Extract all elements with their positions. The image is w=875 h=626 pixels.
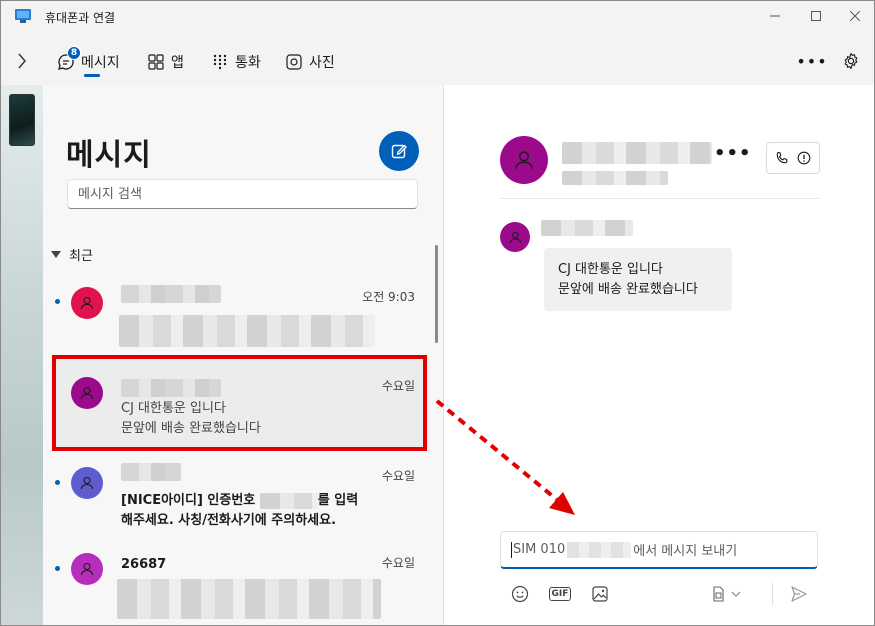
chevron-right-icon [18,53,26,69]
photos-icon [285,53,303,71]
unread-dot [55,566,60,571]
toolbar-divider [772,583,773,605]
compose-placeholder-suffix: 에서 메시지 보내기 [633,544,738,559]
message-compose-input[interactable]: SIM 010 에서 메시지 보내기 [500,531,818,569]
redacted-code [259,492,318,509]
tab-calls-label: 통화 [235,55,261,71]
redacted-preview [119,315,375,347]
caret-down-icon [51,251,61,258]
chevron-down-icon [731,591,741,597]
more-icon: ••• [796,51,828,71]
conversation-list-pane: 메시지 최근 오전 9:03 수요일 CJ 대한통 [43,85,444,625]
nav-bar: 8 메시지 앱 통화 사진 ••• [1,37,874,85]
app-window: 휴대폰과 연결 8 메시지 앱 통화 사진 ••• 메시지 메시지 검색 최근 … [0,0,875,626]
redacted-phone-number [567,541,632,558]
maximize-icon [811,11,821,21]
avatar [71,553,103,585]
apps-icon [147,53,165,71]
contact-actions [766,142,820,174]
expand-sidebar-button[interactable] [11,49,33,73]
person-icon [515,151,533,169]
tab-photos[interactable]: 사진 [285,49,335,75]
sender-avatar [500,222,530,252]
gear-icon [844,52,858,70]
search-input[interactable] [67,179,418,209]
unread-dot [55,299,60,304]
settings-button[interactable] [839,49,863,73]
send-button[interactable] [787,582,811,606]
tab-calls[interactable]: 통화 [211,49,261,75]
unread-dot [55,480,60,485]
title-bar: 휴대폰과 연결 [1,1,874,33]
sim-selector[interactable] [706,582,746,606]
recent-section-header[interactable]: 최근 [51,245,93,264]
redacted-contact-name [121,285,221,303]
new-message-button[interactable] [379,131,419,171]
preview-part-before: [NICE아이디] 인증번호 [121,493,260,508]
conversation-preview: [NICE아이디] 인증번호 를 입력 해주세요. 사칭/전화사기에 주의하세요… [121,491,358,531]
conversation-time: 수요일 [381,556,415,570]
dialpad-icon [211,53,229,71]
redacted-contact-name [562,142,712,164]
avatar [71,287,103,319]
redacted-sender-name [541,220,633,236]
image-button[interactable] [588,582,612,606]
redacted-contact-name [121,463,181,481]
tab-messages[interactable]: 8 메시지 [57,46,120,75]
send-icon [791,586,807,602]
contact-avatar [500,136,548,184]
unread-badge: 8 [67,46,81,60]
phone-thumbnail[interactable] [9,94,35,146]
conversation-item[interactable]: 수요일 [NICE아이디] 인증번호 를 입력 해주세요. 사칭/전화사기에 주… [43,461,439,543]
image-icon [592,586,608,602]
close-button[interactable] [836,1,874,31]
gif-button[interactable]: GIF [548,582,572,606]
minimize-icon [770,15,780,17]
person-icon [80,562,94,576]
maximize-button[interactable] [797,1,835,31]
person-icon [80,296,94,310]
close-icon [850,11,860,21]
phone-link-app-icon [15,9,31,23]
name-truncation: ••• [714,143,752,164]
minimize-button[interactable] [756,1,794,31]
conversation-detail-pane: ••• CJ 대한통운 입니다 문앞에 배송 완료했습니다 SIM 010 에서 … [444,85,874,625]
compose-icon [391,144,407,159]
section-label: 최근 [69,249,93,264]
tab-messages-label: 메시지 [81,55,120,71]
page-title: 메시지 [66,138,152,173]
info-icon[interactable] [797,151,811,165]
more-options-button[interactable]: ••• [796,49,826,73]
emoji-icon [511,585,529,603]
device-rail [1,85,43,625]
tab-apps-label: 앱 [171,55,184,71]
conversation-time: 수요일 [381,469,415,483]
avatar [71,467,103,499]
conversation-item[interactable]: 26687 수요일 [43,547,439,625]
conversation-item[interactable]: 오전 9:03 [43,281,439,357]
highlight-box [52,355,427,451]
redacted-contact-number [562,171,668,185]
conversation-time: 오전 9:03 [362,290,415,304]
window-title: 휴대폰과 연결 [45,11,116,25]
header-divider [500,198,820,199]
chat-icon: 8 [57,46,81,71]
gif-icon: GIF [548,587,572,601]
person-icon [80,476,94,490]
text-cursor [511,541,512,558]
compose-placeholder-prefix: SIM 010 [513,542,566,557]
phone-icon[interactable] [775,151,789,165]
person-icon [509,231,521,243]
redacted-preview [117,579,381,619]
emoji-button[interactable] [508,582,532,606]
contact-name: 26687 [121,557,167,572]
tab-apps[interactable]: 앱 [147,49,184,75]
sim-card-icon [713,586,724,602]
message-bubble: CJ 대한통운 입니다 문앞에 배송 완료했습니다 [544,248,732,311]
tab-photos-label: 사진 [309,55,335,71]
active-tab-indicator [84,74,100,77]
